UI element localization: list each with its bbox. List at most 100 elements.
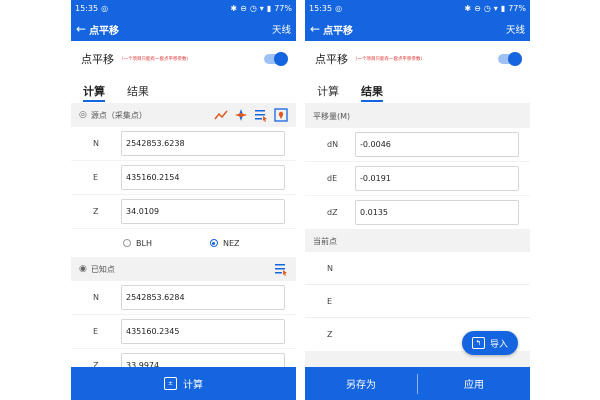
status-bar: 15:35 ◎ ✱ ⊖ ◷ ▾ ▮ 77%: [71, 0, 296, 17]
target-icon: ◉: [79, 264, 87, 274]
source-n-input[interactable]: 2542853.6238: [121, 131, 285, 156]
source-point-section: ◎ 源点（采集点）: [71, 104, 296, 126]
bottom-bar: 另存为 应用: [305, 367, 530, 400]
tab-result[interactable]: 结果: [127, 83, 149, 102]
list-select-icon[interactable]: [254, 108, 268, 122]
compass-icon[interactable]: [234, 108, 248, 122]
translation-switch[interactable]: [264, 52, 288, 66]
dnd-icon: ⊖: [240, 4, 247, 13]
tab-calculate[interactable]: 计算: [317, 83, 339, 102]
toggle-hint: （一个项目只能有一套点平移参数）: [353, 57, 425, 62]
map-pick-icon[interactable]: [274, 108, 288, 122]
tab-bar: 计算 结果: [305, 77, 530, 103]
wifi-icon: ▾: [493, 4, 498, 13]
source-e-input[interactable]: 435160.2154: [121, 165, 285, 190]
import-label: 导入: [489, 339, 508, 350]
save-as-label: 另存为: [346, 380, 376, 391]
field-label: E: [93, 327, 99, 336]
offset-field-de: dE -0.0191: [305, 162, 530, 195]
field-label: dE: [327, 174, 338, 183]
current-point-section: 当前点: [305, 230, 530, 252]
offset-dn-value: -0.0046: [355, 132, 519, 157]
antenna-button[interactable]: 天线: [272, 22, 291, 36]
field-label: dZ: [327, 208, 338, 217]
alarm-icon: ◷: [483, 4, 491, 13]
source-section-label: 源点（采集点）: [90, 110, 147, 120]
page-title: 点平移: [89, 25, 120, 37]
offset-section-label: 平移量(M): [313, 111, 351, 121]
battery-level: 77%: [508, 4, 526, 13]
known-section-label: 已知点: [90, 264, 115, 274]
translation-toggle-row: 点平移 （一个项目只能有一套点平移参数）: [71, 41, 296, 77]
field-label: N: [93, 293, 99, 302]
status-time: 15:35: [75, 4, 99, 13]
field-label: dN: [327, 140, 339, 149]
toggle-label: 点平移: [315, 53, 348, 66]
offset-de-value: -0.0191: [355, 166, 519, 191]
known-point-section: ◉ 已知点: [71, 258, 296, 280]
current-field-e: E: [305, 285, 530, 318]
source-field-n: N 2542853.6238: [71, 127, 296, 160]
apply-label: 应用: [464, 380, 484, 391]
offset-field-dz: dZ 0.0135: [305, 196, 530, 229]
current-section-label: 当前点: [313, 236, 337, 246]
tab-bar: 计算 结果: [71, 77, 296, 103]
app-bar: ← 点平移 天线: [305, 17, 530, 41]
known-field-e: E 435160.2345: [71, 315, 296, 348]
switch-knob: [508, 52, 522, 66]
known-field-n: N 2542853.6284: [71, 281, 296, 314]
field-label: N: [93, 139, 99, 148]
source-z-input[interactable]: 34.0109: [121, 199, 285, 224]
battery-icon: ▮: [266, 4, 272, 13]
known-n-input[interactable]: 2542853.6284: [121, 285, 285, 310]
known-e-input[interactable]: 435160.2345: [121, 319, 285, 344]
right-screen: 15:35 ◎ ✱ ⊖ ◷ ▾ ▮ 77% ← 点平移 天线 点平移 （一个项目…: [305, 0, 530, 400]
save-as-button[interactable]: 另存为: [305, 367, 417, 400]
offset-dz-value: 0.0135: [355, 200, 519, 225]
translation-toggle-row: 点平移 （一个项目只能有一套点平移参数）: [305, 41, 530, 77]
calculate-button[interactable]: ± 计算: [164, 376, 203, 391]
notification-icon: ◎: [335, 4, 343, 13]
offset-field-dn: dN -0.0046: [305, 128, 530, 161]
import-icon: ↰: [471, 337, 485, 349]
field-label: N: [327, 263, 333, 273]
back-arrow-icon[interactable]: ←: [76, 22, 86, 36]
radio-dot: [209, 239, 218, 247]
status-bar: 15:35 ◎ ✱ ⊖ ◷ ▾ ▮ 77%: [305, 0, 530, 17]
radio-blh[interactable]: BLH: [123, 239, 152, 248]
trend-icon[interactable]: [214, 108, 228, 122]
switch-knob: [274, 52, 288, 66]
list-select-icon[interactable]: [274, 262, 288, 276]
back-arrow-icon[interactable]: ←: [310, 22, 320, 36]
field-label: Z: [93, 207, 99, 216]
radio-nez-label: NEZ: [222, 238, 240, 248]
import-button[interactable]: ↰ 导入: [462, 331, 518, 355]
left-screen: 15:35 ◎ ✱ ⊖ ◷ ▾ ▮ 77% ← 点平移 天线 点平移 （一个项目…: [71, 0, 296, 400]
translation-switch[interactable]: [498, 52, 522, 66]
alarm-icon: ◷: [249, 4, 257, 13]
current-field-n: N: [305, 252, 530, 285]
dnd-icon: ⊖: [474, 4, 481, 13]
status-time: 15:35: [309, 4, 333, 13]
bottom-bar: ± 计算: [71, 367, 296, 400]
coord-type-selector: BLH NEZ: [71, 229, 296, 257]
antenna-button[interactable]: 天线: [506, 22, 525, 36]
apply-button[interactable]: 应用: [418, 367, 530, 400]
tab-result[interactable]: 结果: [361, 83, 383, 102]
offset-section: 平移量(M): [305, 104, 530, 128]
toggle-label: 点平移: [81, 53, 114, 66]
tab-calculate[interactable]: 计算: [83, 83, 105, 102]
calculator-icon: ±: [164, 377, 177, 390]
radio-blh-label: BLH: [136, 238, 152, 248]
source-field-z: Z 34.0109: [71, 195, 296, 228]
battery-icon: ▮: [500, 4, 506, 13]
wifi-icon: ▾: [259, 4, 264, 13]
radio-dot: [123, 239, 131, 247]
bluetooth-icon: ✱: [230, 4, 238, 13]
calculate-label: 计算: [183, 380, 203, 391]
point-icon: ◎: [79, 110, 87, 120]
toggle-hint: （一个项目只能有一套点平移参数）: [119, 57, 191, 62]
field-label: E: [93, 173, 99, 182]
radio-nez[interactable]: NEZ: [209, 238, 240, 248]
battery-level: 77%: [274, 4, 292, 13]
